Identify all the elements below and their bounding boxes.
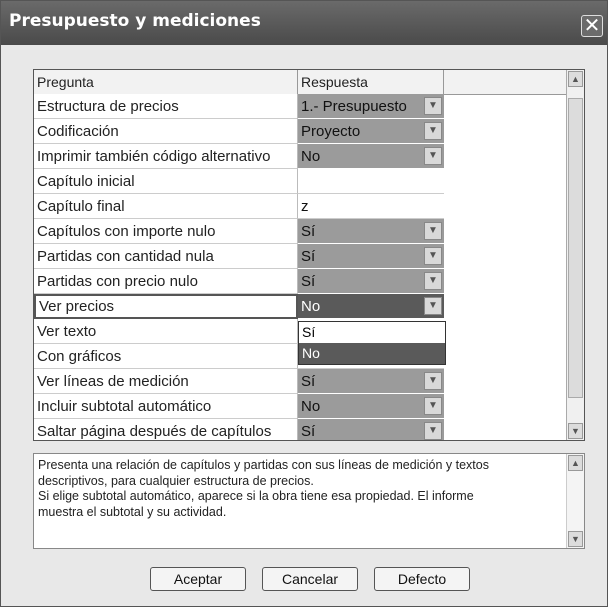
answer-value: Sí bbox=[301, 223, 316, 240]
grid-row[interactable]: Partidas con cantidad nula Sí ▼ bbox=[34, 244, 444, 269]
question-cell: Incluir subtotal automático bbox=[34, 394, 298, 419]
chevron-down-icon[interactable]: ▼ bbox=[424, 272, 442, 290]
desc-scroll-down-icon[interactable]: ▼ bbox=[568, 531, 583, 547]
question-cell: Partidas con precio nulo bbox=[34, 269, 298, 294]
description-line: Presenta una relación de capítulos y par… bbox=[38, 458, 489, 472]
answer-cell[interactable] bbox=[298, 169, 444, 194]
answer-cell[interactable]: No ▼ bbox=[298, 294, 444, 319]
answer-value: Sí bbox=[301, 248, 316, 265]
answer-cell[interactable]: 1.- Presupuesto ▼ bbox=[298, 94, 444, 119]
dropdown-option-si[interactable]: Sí bbox=[299, 322, 445, 343]
description-box: Presenta una relación de capítulos y par… bbox=[33, 453, 585, 549]
chevron-down-icon[interactable]: ▼ bbox=[424, 147, 442, 165]
close-icon: ✕ bbox=[583, 15, 601, 37]
grid-scrollbar[interactable]: ▲ ▼ bbox=[566, 70, 584, 440]
grid-row[interactable]: Saltar página después de capítulos Sí ▼ bbox=[34, 419, 444, 440]
dropdown-list: Sí No bbox=[298, 321, 446, 365]
question-cell: Ver texto bbox=[34, 319, 298, 344]
answer-value: No bbox=[301, 298, 321, 315]
answer-value: z bbox=[301, 198, 309, 215]
close-button[interactable]: ✕ bbox=[581, 15, 603, 37]
dialog-window: Presupuesto y mediciones ✕ Pregunta Resp… bbox=[0, 0, 608, 607]
scroll-up-icon[interactable]: ▲ bbox=[568, 71, 583, 87]
chevron-down-icon[interactable]: ▼ bbox=[424, 297, 442, 315]
scroll-down-icon[interactable]: ▼ bbox=[568, 423, 583, 439]
description-scrollbar[interactable]: ▲ ▼ bbox=[566, 454, 584, 548]
dropdown-option-no[interactable]: No bbox=[299, 343, 445, 364]
question-cell: Saltar página después de capítulos bbox=[34, 419, 298, 440]
chevron-down-icon[interactable]: ▼ bbox=[424, 122, 442, 140]
grid-row[interactable]: Codificación Proyecto ▼ bbox=[34, 119, 444, 144]
answer-value: No bbox=[301, 148, 321, 165]
answer-cell[interactable]: Proyecto ▼ bbox=[298, 119, 444, 144]
question-cell: Capítulo inicial bbox=[34, 169, 298, 194]
question-grid: Pregunta Respuesta Estructura de precios… bbox=[33, 69, 585, 441]
grid-row[interactable]: Estructura de precios 1.- Presupuesto ▼ bbox=[34, 94, 444, 119]
question-cell: Estructura de precios bbox=[34, 94, 298, 119]
chevron-down-icon[interactable]: ▼ bbox=[424, 422, 442, 440]
grid-row[interactable]: Capítulo inicial bbox=[34, 169, 444, 194]
answer-value: Sí bbox=[301, 423, 316, 440]
answer-value: 1.- Presupuesto bbox=[301, 98, 407, 115]
grid-row[interactable]: Imprimir también código alternativo No ▼ bbox=[34, 144, 444, 169]
answer-cell[interactable]: No ▼ bbox=[298, 144, 444, 169]
chevron-down-icon[interactable]: ▼ bbox=[424, 222, 442, 240]
chevron-down-icon[interactable]: ▼ bbox=[424, 247, 442, 265]
default-button[interactable]: Defecto bbox=[374, 567, 470, 591]
answer-cell[interactable]: z bbox=[298, 194, 444, 219]
header-respuesta[interactable]: Respuesta bbox=[298, 70, 444, 94]
desc-scroll-up-icon[interactable]: ▲ bbox=[568, 455, 583, 471]
answer-value: Proyecto bbox=[301, 123, 361, 140]
description-line: descriptivos, para cualquier estructura … bbox=[38, 473, 314, 488]
grid-row[interactable]: Ver líneas de medición Sí ▼ bbox=[34, 369, 444, 394]
grid-row[interactable]: Partidas con precio nulo Sí ▼ bbox=[34, 269, 444, 294]
description-line: Si elige subtotal automático, aparece si… bbox=[38, 489, 474, 503]
question-cell: Capítulos con importe nulo bbox=[34, 219, 298, 244]
answer-value: Sí bbox=[301, 373, 316, 390]
answer-value: No bbox=[301, 398, 321, 415]
header-pregunta[interactable]: Pregunta bbox=[34, 70, 298, 94]
dialog-title: Presupuesto y mediciones bbox=[9, 11, 261, 31]
chevron-down-icon[interactable]: ▼ bbox=[424, 397, 442, 415]
question-cell: Ver líneas de medición bbox=[34, 369, 298, 394]
chevron-down-icon[interactable]: ▼ bbox=[424, 97, 442, 115]
answer-cell[interactable]: No ▼ bbox=[298, 394, 444, 419]
answer-cell[interactable]: Sí ▼ bbox=[298, 244, 444, 269]
header-filler bbox=[444, 70, 566, 94]
grid-header: Pregunta Respuesta bbox=[34, 70, 566, 95]
answer-cell[interactable]: Sí ▼ bbox=[298, 219, 444, 244]
description-line: muestra el subtotal y su actividad. bbox=[38, 504, 227, 519]
chevron-down-icon[interactable]: ▼ bbox=[424, 372, 442, 390]
answer-cell[interactable]: Sí ▼ bbox=[298, 369, 444, 394]
accept-button[interactable]: Aceptar bbox=[150, 567, 246, 591]
question-cell: Capítulo final bbox=[34, 194, 298, 219]
scroll-thumb[interactable] bbox=[568, 98, 583, 398]
cancel-button[interactable]: Cancelar bbox=[262, 567, 358, 591]
question-cell: Ver precios bbox=[34, 294, 298, 319]
question-cell: Codificación bbox=[34, 119, 298, 144]
answer-cell[interactable]: Sí ▼ bbox=[298, 419, 444, 440]
grid-row[interactable]: Incluir subtotal automático No ▼ bbox=[34, 394, 444, 419]
title-bar[interactable]: Presupuesto y mediciones ✕ bbox=[1, 1, 607, 45]
grid-row[interactable]: Capítulos con importe nulo Sí ▼ bbox=[34, 219, 444, 244]
question-cell: Imprimir también código alternativo bbox=[34, 144, 298, 169]
question-cell: Con gráficos bbox=[34, 344, 298, 369]
answer-cell[interactable]: Sí ▼ bbox=[298, 269, 444, 294]
answer-value: Sí bbox=[301, 273, 316, 290]
grid-row[interactable]: Capítulo final z bbox=[34, 194, 444, 219]
question-cell: Partidas con cantidad nula bbox=[34, 244, 298, 269]
grid-row[interactable]: Ver precios No ▼ bbox=[34, 294, 444, 319]
description-text: Presenta una relación de capítulos y par… bbox=[38, 458, 558, 520]
